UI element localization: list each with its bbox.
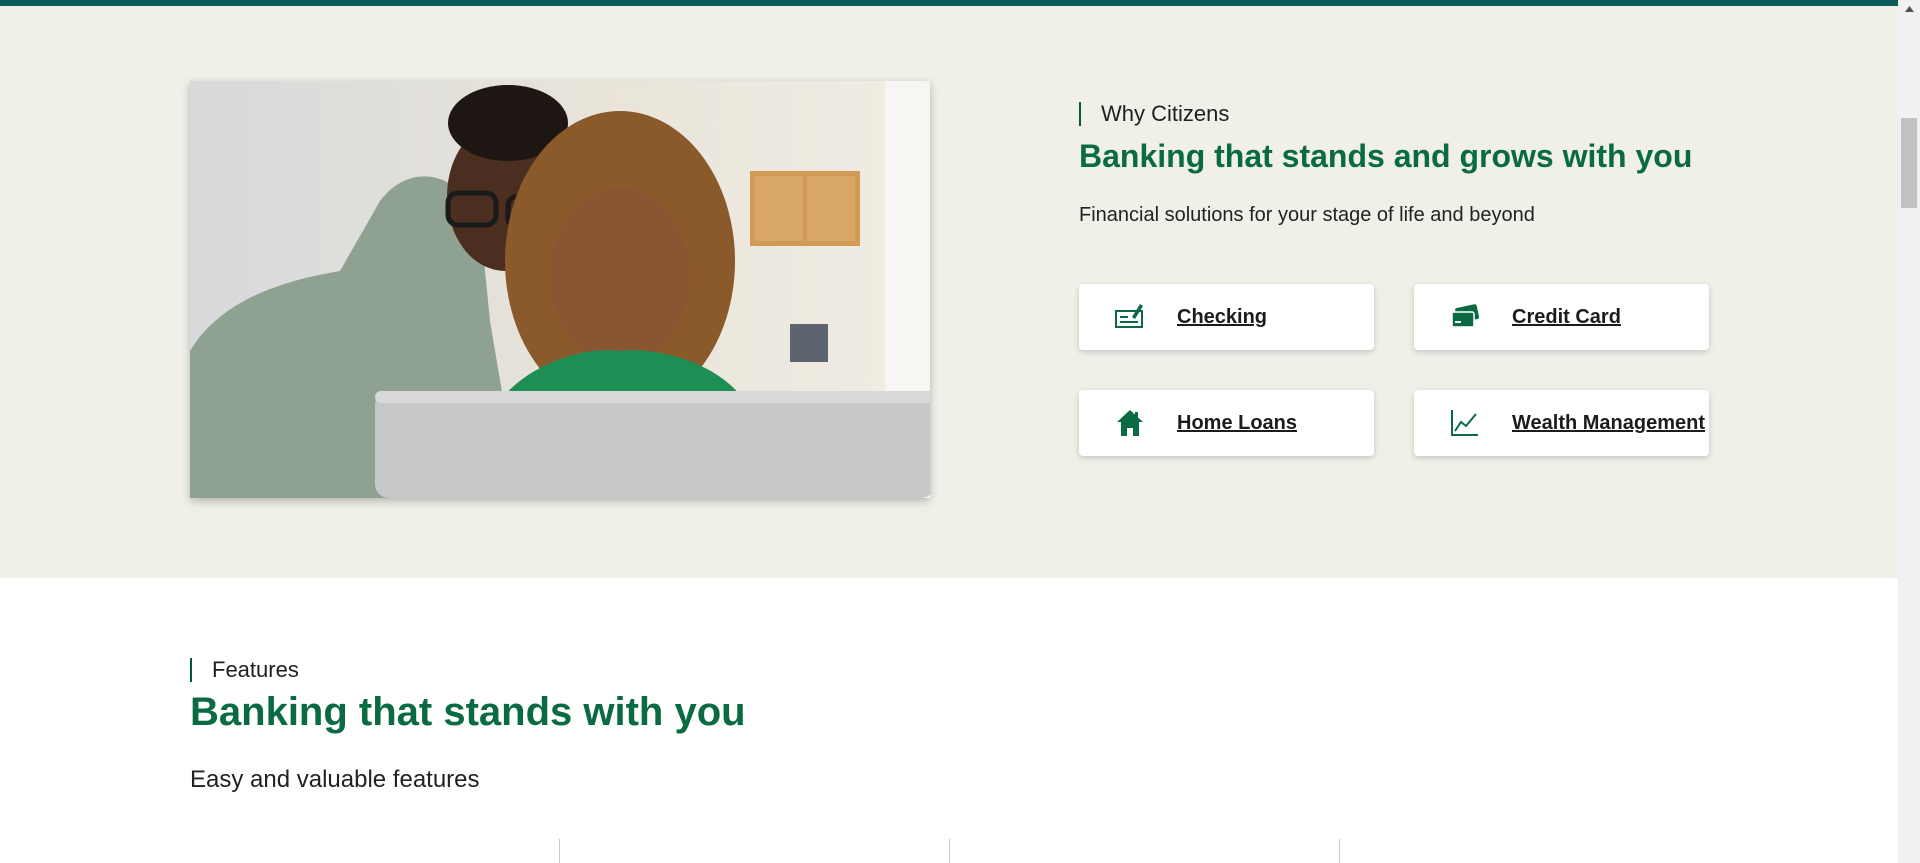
scrollbar-thumb[interactable] [1901, 118, 1917, 208]
eyebrow-accent-bar [190, 658, 192, 682]
why-citizens-title: Banking that stands and grows with you [1079, 138, 1693, 174]
home-loans-card-link[interactable]: Home Loans [1079, 390, 1374, 456]
credit-card-card-link[interactable]: Credit Card [1414, 284, 1709, 350]
wealth-management-card-link[interactable]: Wealth Management [1414, 390, 1709, 456]
eyebrow-text: Why Citizens [1101, 101, 1230, 126]
scroll-up-arrow-icon[interactable] [1898, 0, 1920, 17]
features-eyebrow: Features [190, 657, 299, 683]
check-icon [1113, 300, 1147, 334]
vertical-scrollbar[interactable] [1898, 0, 1920, 863]
features-title: Banking that stands with you [190, 690, 746, 734]
credit-card-icon [1448, 300, 1482, 334]
home-icon [1113, 406, 1147, 440]
hero-photo [190, 81, 930, 498]
wealth-management-label: Wealth Management [1512, 411, 1705, 434]
feature-column-divider [559, 839, 560, 863]
why-citizens-eyebrow: Why Citizens [1079, 101, 1229, 127]
features-subtitle: Easy and valuable features [190, 766, 480, 793]
chart-line-icon [1448, 406, 1482, 440]
home-loans-label: Home Loans [1177, 411, 1298, 434]
why-citizens-subtitle: Financial solutions for your stage of li… [1079, 204, 1535, 226]
checking-card-link[interactable]: Checking [1079, 284, 1374, 350]
checking-label: Checking [1177, 305, 1268, 328]
credit-card-label: Credit Card [1512, 305, 1621, 328]
eyebrow-text: Features [212, 657, 299, 682]
eyebrow-accent-bar [1079, 102, 1081, 126]
feature-column-divider [949, 839, 950, 863]
feature-column-divider [1339, 839, 1340, 863]
